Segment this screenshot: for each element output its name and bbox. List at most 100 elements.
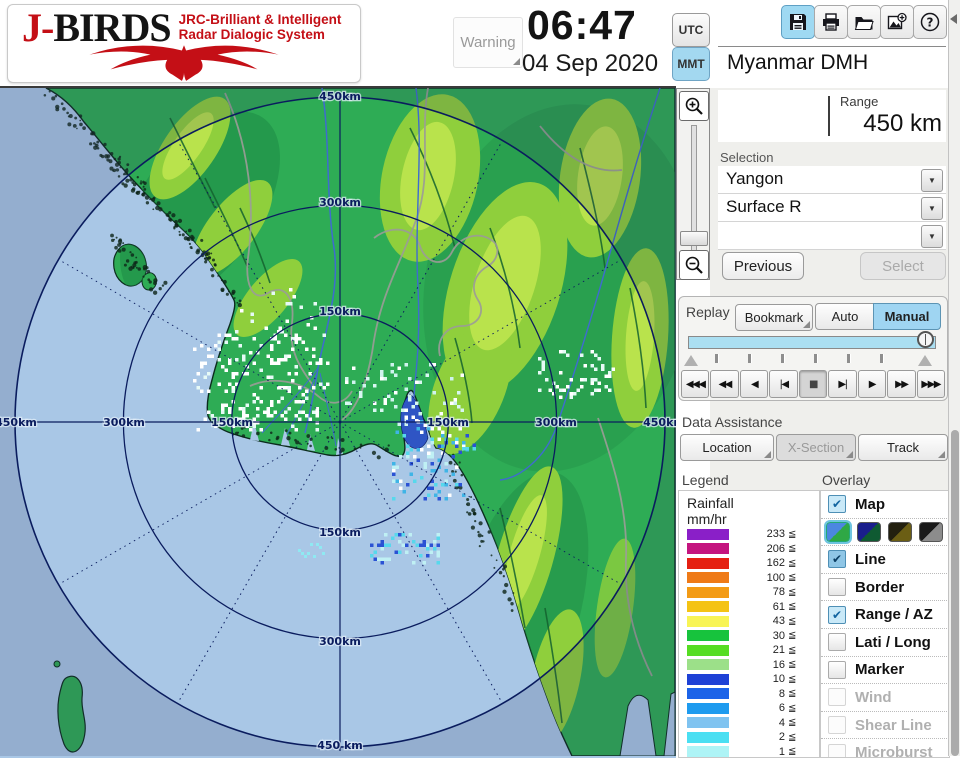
collapse-arrow-icon[interactable]	[950, 14, 957, 24]
map-style-swatch-3[interactable]	[888, 521, 912, 542]
legend-suffix: ≦	[788, 615, 797, 627]
legend-row: 61 ≦	[679, 600, 819, 615]
skip-to-end-button[interactable]: ▶|	[828, 370, 857, 398]
map-checkbox[interactable]: ✔	[828, 495, 846, 514]
overlay-label: Shear Line	[855, 716, 932, 734]
line-checkbox[interactable]: ✔	[828, 550, 846, 569]
select-button[interactable]: Select	[860, 252, 946, 280]
extra-select[interactable]: ▼	[718, 222, 946, 250]
manual-button[interactable]: Manual	[873, 303, 941, 330]
overlay-title: Overlay	[822, 472, 871, 488]
radar-map[interactable]: 450km 300km 150km 150km 300km 450 km 450km 300k…	[0, 82, 686, 758]
map-style-swatch-1[interactable]	[824, 519, 852, 544]
legend-suffix: ≦	[788, 717, 797, 729]
legend-box: Rainfall mm/hr 233 ≦ 206 ≦ 162 ≦ 100 ≦ 78 ≦ 61 ≦ 43 ≦…	[678, 490, 820, 758]
mmt-button[interactable]: MMT	[672, 47, 710, 81]
marker-checkbox[interactable]	[828, 660, 846, 679]
overlay-item-map[interactable]: ✔ Map	[821, 491, 949, 519]
lati-long-checkbox[interactable]	[828, 633, 846, 652]
legend-suffix: ≦	[788, 557, 797, 569]
legend-swatch	[687, 688, 729, 700]
jbirds-logo: J-BIRDS JRC-Brilliant & Intelligent Rada…	[7, 4, 361, 83]
track-button[interactable]: Track	[858, 434, 948, 461]
print-button[interactable]	[814, 5, 848, 39]
legend-value: 43	[772, 615, 785, 628]
capture-image-button[interactable]	[880, 5, 914, 39]
replay-slider-handle[interactable]	[917, 331, 934, 348]
legend-value: 100	[766, 571, 785, 584]
printer-icon	[823, 13, 839, 31]
overlay-item-shear-line[interactable]: Shear Line	[821, 712, 949, 740]
eagle-logo-icon	[89, 45, 279, 81]
border-checkbox[interactable]	[828, 578, 846, 597]
rewind-button[interactable]: ◀◀	[710, 370, 739, 398]
xsection-button[interactable]: X-Section	[776, 434, 856, 461]
help-icon: ?	[920, 12, 940, 32]
legend-row: 100 ≦	[679, 571, 819, 586]
range-az-checkbox[interactable]: ✔	[828, 605, 846, 624]
bookmark-button[interactable]: Bookmark	[735, 304, 813, 331]
site-select[interactable]: Yangon ▼	[718, 166, 946, 194]
save-button[interactable]	[781, 5, 815, 39]
help-button[interactable]: ?	[913, 5, 947, 39]
add-image-icon	[887, 12, 907, 30]
legend-value: 78	[772, 586, 785, 599]
scrollbar-thumb[interactable]	[950, 430, 959, 756]
stop-button[interactable]: ■	[798, 370, 828, 398]
legend-value: 61	[772, 600, 785, 613]
overlay-item-wind[interactable]: Wind	[821, 684, 949, 712]
fast-rewind-button[interactable]: ◀◀◀	[681, 370, 710, 398]
replay-slider-track[interactable]	[688, 336, 936, 349]
overlay-item-line[interactable]: ✔ Line	[821, 546, 949, 574]
slider-end-marker[interactable]	[918, 355, 932, 366]
fast-forward-button[interactable]: ▶▶▶	[916, 370, 945, 398]
legend-swatch	[687, 702, 729, 714]
legend-suffix: ≦	[788, 543, 797, 555]
forward-button[interactable]: ▶▶	[887, 370, 916, 398]
previous-button[interactable]: Previous	[722, 252, 804, 280]
product-select[interactable]: Surface R ▼	[718, 194, 946, 222]
zoom-in-button[interactable]	[679, 91, 709, 121]
legend-swatch	[687, 615, 729, 627]
svg-text:450km: 450km	[0, 416, 37, 429]
product-select-arrow[interactable]: ▼	[921, 197, 943, 220]
station-name: Myanmar DMH	[727, 51, 869, 74]
legend-value: 162	[766, 557, 785, 570]
site-select-arrow[interactable]: ▼	[921, 169, 943, 192]
clock-time: 06:47	[527, 2, 637, 48]
zoom-slider-handle[interactable]	[680, 231, 708, 246]
legend-value: 10	[772, 673, 785, 686]
map-style-swatch-2[interactable]	[857, 521, 881, 542]
header-separator	[718, 46, 946, 47]
step-back-button[interactable]: ◀	[739, 370, 769, 398]
shear-line-checkbox	[828, 716, 846, 735]
legend-unit: Rainfall mm/hr	[687, 495, 734, 527]
range-divider	[828, 96, 830, 136]
replay-label: Replay	[686, 304, 730, 320]
overlay-item-border[interactable]: Border	[821, 574, 949, 602]
panel-collapse-gutter[interactable]	[948, 0, 960, 756]
legend-suffix: ≦	[788, 630, 797, 642]
slider-start-marker[interactable]	[684, 355, 698, 366]
legend-row: 78 ≦	[679, 585, 819, 600]
zoom-out-button[interactable]	[679, 250, 709, 280]
legend-swatch	[687, 717, 729, 729]
svg-text:150km: 150km	[211, 416, 253, 429]
range-box: Range 450 km	[718, 90, 946, 142]
utc-button[interactable]: UTC	[672, 13, 710, 47]
overlay-item-lati-long[interactable]: Lati / Long	[821, 629, 949, 657]
warning-button[interactable]: Warning	[453, 17, 523, 68]
extra-select-arrow[interactable]: ▼	[921, 225, 943, 248]
overlay-item-microburst[interactable]: Microburst	[821, 739, 949, 757]
map-style-swatch-4[interactable]	[919, 521, 943, 542]
zoom-out-icon	[685, 256, 703, 274]
legend-suffix: ≦	[788, 659, 797, 671]
radar-map-canvas: 450km 300km 150km 150km 300km 450 km 450km 300k…	[0, 82, 686, 757]
play-button[interactable]: ▶	[857, 370, 887, 398]
auto-button[interactable]: Auto	[815, 303, 875, 330]
location-button[interactable]: Location	[680, 434, 774, 461]
open-folder-button[interactable]	[847, 5, 881, 39]
overlay-item-range-az[interactable]: ✔ Range / AZ	[821, 601, 949, 629]
skip-to-start-button[interactable]: |◀	[769, 370, 798, 398]
overlay-item-marker[interactable]: Marker	[821, 657, 949, 685]
